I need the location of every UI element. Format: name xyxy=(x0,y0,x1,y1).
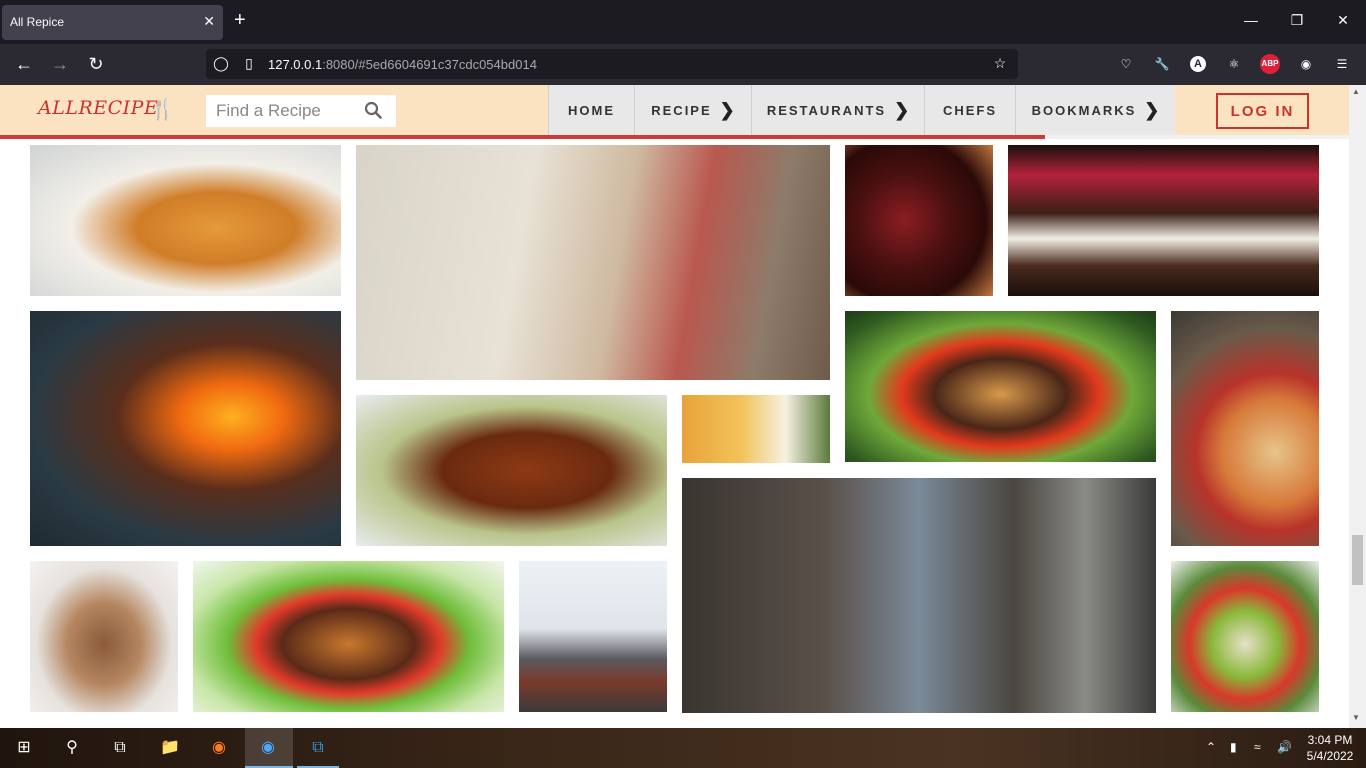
gallery-image-burger-beer[interactable] xyxy=(845,311,1156,462)
clock-time: 3:04 PM xyxy=(1307,733,1353,747)
bookmark-star-icon[interactable]: ☆ xyxy=(991,55,1009,72)
search-icon[interactable]: ⚲ xyxy=(60,736,84,760)
login-button[interactable]: LOG IN xyxy=(1216,93,1309,129)
chevron-right-icon: ❯ xyxy=(894,99,910,120)
extension-owl-icon[interactable]: ◉ xyxy=(1296,54,1316,74)
react-devtools-icon[interactable]: ⚛ xyxy=(1224,54,1244,74)
search-input[interactable] xyxy=(206,95,356,127)
search-box xyxy=(206,95,396,127)
tab-strip: All Repice ✕ + — ❐ ✕ xyxy=(0,0,1366,44)
wrench-icon[interactable]: 🔧 xyxy=(1152,54,1172,74)
menu-label: RESTAURANTS xyxy=(766,102,887,118)
tab-title: All Repice xyxy=(10,15,65,29)
menu-label: HOME xyxy=(568,102,615,118)
fork-knife-icon: 🍴 xyxy=(150,99,175,121)
scroll-thumb[interactable] xyxy=(1352,535,1363,585)
gallery-image-glazed-chicken[interactable] xyxy=(356,395,667,546)
scroll-up-icon[interactable]: ▲ xyxy=(1352,87,1360,96)
url-host: 127.0.0.1 xyxy=(268,57,323,72)
gallery-image-salad[interactable] xyxy=(1171,561,1319,712)
firefox-icon[interactable]: ◉ xyxy=(207,736,231,760)
menu-item-restaurants[interactable]: RESTAURANTS ❯ xyxy=(751,85,924,135)
site-logo[interactable]: ALLRECIPE xyxy=(38,97,158,119)
menu-label: RECIPE xyxy=(651,102,712,118)
close-tab-icon[interactable]: ✕ xyxy=(203,13,215,30)
menu-label: BOOKMARKS xyxy=(1031,102,1137,118)
browser-window: All Repice ✕ + — ❐ ✕ ← → ↻ ◯ ▯ 127.0.0.1… xyxy=(0,0,1366,728)
browser-tab[interactable]: All Repice ✕ xyxy=(2,5,223,40)
scroll-down-icon[interactable]: ▼ xyxy=(1352,713,1360,722)
pocket-icon[interactable]: ♡ xyxy=(1116,54,1136,74)
back-icon[interactable]: ← xyxy=(12,53,36,77)
firefox-dev-icon[interactable]: ◉ xyxy=(256,736,280,760)
reload-icon[interactable]: ↻ xyxy=(84,53,108,77)
url-path: :8080/#5ed6604691c37cdc054bd014 xyxy=(322,57,537,72)
file-explorer-icon[interactable]: 📁 xyxy=(158,736,182,760)
page-scrollbar[interactable]: ▲ ▼ xyxy=(1349,85,1366,728)
windows-start-icon[interactable]: ⊞ xyxy=(12,736,36,760)
windows-taskbar: ⊞ ⚲ ⧉ 📁 ◉ ◉ ⧉ ⌃ ▮ ≈ 🔊 3:04 PM 5/4/2022 xyxy=(0,728,1366,768)
menu-item-chefs[interactable]: CHEFS xyxy=(924,85,1015,135)
nav-toolbar: ← → ↻ ◯ ▯ 127.0.0.1:8080/#5ed6604691c37c… xyxy=(0,44,1366,85)
menu-icon[interactable]: ☰ xyxy=(1332,54,1352,74)
gallery-image-chef[interactable] xyxy=(682,478,1156,713)
gallery-image-burger[interactable] xyxy=(193,561,504,712)
url-bar[interactable]: ◯ ▯ 127.0.0.1:8080/#5ed6604691c37cdc054b… xyxy=(206,49,1018,79)
restore-icon[interactable]: ❐ xyxy=(1287,12,1307,29)
site-header: ALLRECIPE 🍴 HOME RECIPE ❯ RESTAURANTS ❯ CH… xyxy=(0,85,1349,135)
url-text[interactable]: 127.0.0.1:8080/#5ed6604691c37cdc054bd014 xyxy=(268,57,537,72)
search-icon[interactable] xyxy=(364,101,382,119)
menu-item-bookmarks[interactable]: BOOKMARKS ❯ xyxy=(1015,85,1175,135)
page-icon: ▯ xyxy=(245,55,253,71)
gallery-image-spaghetti[interactable] xyxy=(30,145,341,296)
gallery-image-woman-cooking[interactable] xyxy=(356,145,830,380)
forward-icon[interactable]: → xyxy=(48,53,72,77)
menu-item-home[interactable]: HOME xyxy=(548,85,634,135)
minimize-icon[interactable]: — xyxy=(1241,12,1261,28)
gallery-image-chocolate-cake[interactable] xyxy=(30,561,178,712)
volume-icon[interactable]: 🔊 xyxy=(1277,740,1292,754)
shield-icon[interactable]: ◯ xyxy=(212,55,230,72)
gallery-image-wine-glasses[interactable] xyxy=(845,145,993,296)
chevron-up-icon[interactable]: ⌃ xyxy=(1206,740,1216,754)
clock-date: 5/4/2022 xyxy=(1306,749,1354,763)
gallery-image-grill-flames[interactable] xyxy=(30,311,341,546)
web-page: ALLRECIPE 🍴 HOME RECIPE ❯ RESTAURANTS ❯ CH… xyxy=(0,85,1366,728)
gallery-image-fries[interactable] xyxy=(682,395,830,463)
system-clock[interactable]: 3:04 PM 5/4/2022 xyxy=(1300,732,1360,764)
gallery-image-catering[interactable] xyxy=(519,561,667,712)
chevron-right-icon: ❯ xyxy=(1144,99,1160,120)
chevron-right-icon: ❯ xyxy=(719,99,735,120)
header-divider xyxy=(1045,135,1349,139)
account-icon[interactable]: A xyxy=(1190,56,1206,72)
menu-label: CHEFS xyxy=(942,102,998,118)
close-window-icon[interactable]: ✕ xyxy=(1333,12,1353,29)
adblock-icon[interactable]: ABP xyxy=(1260,54,1280,74)
new-tab-button[interactable]: + xyxy=(234,10,246,30)
header-accent-bar xyxy=(0,135,1045,139)
vscode-icon[interactable]: ⧉ xyxy=(306,736,330,760)
menu-item-recipe[interactable]: RECIPE ❯ xyxy=(634,85,751,135)
wifi-icon[interactable]: ≈ xyxy=(1254,740,1261,754)
main-menu: HOME RECIPE ❯ RESTAURANTS ❯ CHEFS BOOKMARK… xyxy=(548,85,1175,135)
task-view-icon[interactable]: ⧉ xyxy=(108,736,132,760)
gallery-image-pizza[interactable] xyxy=(1171,311,1319,546)
gallery-image-berry-cake[interactable] xyxy=(1008,145,1319,296)
battery-icon[interactable]: ▮ xyxy=(1230,740,1237,754)
